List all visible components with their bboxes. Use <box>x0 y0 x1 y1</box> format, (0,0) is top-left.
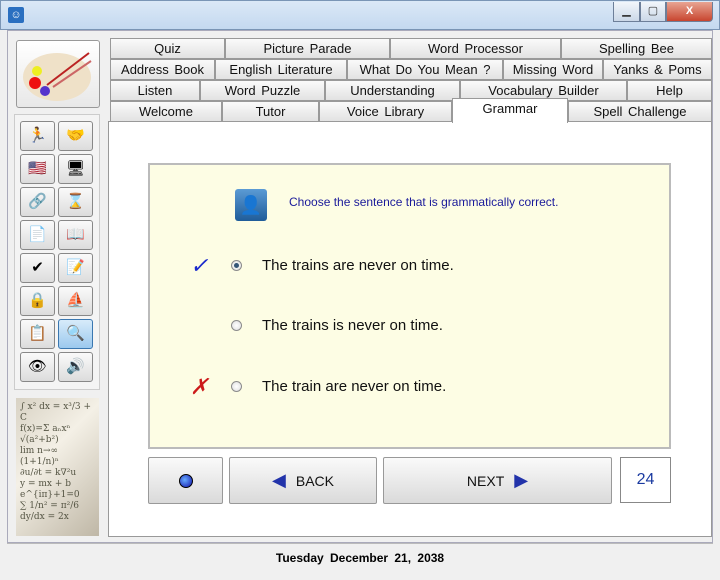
walker-button[interactable]: 🏃 <box>20 121 55 151</box>
walker-icon: 🏃 <box>28 127 47 144</box>
hands-icon: 🤝 <box>66 127 85 144</box>
tab-spell-challenge[interactable]: Spell Challenge <box>568 101 712 122</box>
notepad-button[interactable]: 📋 <box>20 319 55 349</box>
hourglass-icon: ⌛ <box>66 193 85 210</box>
tab-missing-word[interactable]: Missing Word <box>503 59 603 80</box>
monitor-icon: 🖥 <box>65 160 86 177</box>
book-icon: 📖 <box>66 226 85 243</box>
search-document-button[interactable]: 🔍 <box>58 319 93 349</box>
status-date: Tuesday December 21, 2038 <box>275 551 445 565</box>
document-mail-icon: 📄 <box>28 226 47 243</box>
title-bar: ☺ ▁ ▢ X <box>0 0 720 30</box>
tab-word-processor[interactable]: Word Processor <box>390 38 561 59</box>
chain-document-button[interactable]: 🔗 <box>20 187 55 217</box>
book-button[interactable]: 📖 <box>58 220 93 250</box>
tab-quiz[interactable]: Quiz <box>110 38 225 59</box>
tab-english-literature[interactable]: English Literature <box>215 59 347 80</box>
tab-picture-parade[interactable]: Picture Parade <box>225 38 390 59</box>
hand-document-icon: 📝 <box>66 259 85 276</box>
palette-logo <box>16 40 100 108</box>
tab-address-book[interactable]: Address Book <box>110 59 215 80</box>
flags-button[interactable]: 🇺🇸 <box>20 154 55 184</box>
maximize-button[interactable]: ▢ <box>640 2 666 22</box>
chain-document-icon: 🔗 <box>28 193 47 210</box>
option-text[interactable]: The train are never on time. <box>262 378 446 395</box>
wrong-cross-icon: ✗ <box>190 374 209 399</box>
tool-icon-panel: 🏃 🤝 🇺🇸 🖥 🔗 ⌛ 📄 📖 ✔ 📝 🔒 ⛵ 📋 🔍 👁 🔊 <box>14 114 100 390</box>
speaker-icon: 🔊 <box>66 358 85 375</box>
monitor-button[interactable]: 🖥 <box>58 154 93 184</box>
option-text[interactable]: The trains is never on time. <box>262 317 443 334</box>
sailboat-icon: ⛵ <box>66 292 85 309</box>
sailboat-button[interactable]: ⛵ <box>58 286 93 316</box>
close-button[interactable]: X <box>666 2 713 22</box>
next-label: NEXT <box>466 472 505 489</box>
record-button[interactable] <box>148 457 223 504</box>
back-button[interactable]: ◀ BACK <box>229 457 377 504</box>
tab-help[interactable]: Help <box>627 80 712 101</box>
minimize-button[interactable]: ▁ <box>613 2 640 22</box>
palette-icon <box>23 52 92 101</box>
correct-check-icon: ✓ <box>190 253 209 278</box>
search-document-icon: 🔍 <box>66 325 85 342</box>
tab-what-do-you-mean[interactable]: What Do You Mean ? <box>347 59 503 80</box>
eye-button[interactable]: 👁 <box>20 352 55 382</box>
spellcheck-button[interactable]: ✔ <box>20 253 55 283</box>
tab-voice-library[interactable]: Voice Library <box>319 101 452 122</box>
tab-word-puzzle[interactable]: Word Puzzle <box>200 80 325 101</box>
notepad-icon: 📋 <box>28 325 47 342</box>
tab-understanding[interactable]: Understanding <box>325 80 460 101</box>
math-notes-photo: ∫ x² dx = x³/3 + Cf(x)=Σ aₙxⁿ √(a²+b²) lim… <box>16 398 99 536</box>
speaker-button[interactable]: 🔊 <box>58 352 93 382</box>
lock-button[interactable]: 🔒 <box>20 286 55 316</box>
question-prompt: Choose the sentence that is grammaticall… <box>289 195 559 209</box>
tab-listen[interactable]: Listen <box>110 80 200 101</box>
tab-welcome[interactable]: Welcome <box>110 101 222 122</box>
eye-icon: 👁 <box>27 358 48 375</box>
arrow-left-icon: ◀ <box>272 470 286 490</box>
hands-button[interactable]: 🤝 <box>58 121 93 151</box>
option-radio[interactable] <box>231 381 242 392</box>
hand-document-button[interactable]: 📝 <box>58 253 93 283</box>
back-label: BACK <box>295 472 334 489</box>
option-radio[interactable] <box>231 320 242 331</box>
next-button[interactable]: NEXT ▶ <box>383 457 612 504</box>
blue-dot-icon <box>178 473 193 488</box>
tab-grammar[interactable]: Grammar <box>452 98 568 123</box>
flags-icon: 🇺🇸 <box>28 160 47 177</box>
tab-spelling-bee[interactable]: Spelling Bee <box>561 38 712 59</box>
app-icon: ☺ <box>8 7 24 23</box>
spellcheck-icon: ✔ <box>31 259 44 276</box>
user-icon: 👤 <box>235 189 267 221</box>
arrow-right-icon: ▶ <box>514 470 529 490</box>
document-mail-button[interactable]: 📄 <box>20 220 55 250</box>
question-counter: 24 <box>620 457 671 503</box>
hourglass-button[interactable]: ⌛ <box>58 187 93 217</box>
option-radio[interactable] <box>231 260 242 271</box>
tab-tutor[interactable]: Tutor <box>222 101 319 122</box>
option-text[interactable]: The trains are never on time. <box>262 257 454 274</box>
status-bar: Tuesday December 21, 2038 <box>7 543 713 573</box>
tab-yanks-poms[interactable]: Yanks & Poms <box>603 59 712 80</box>
lock-icon: 🔒 <box>28 292 47 309</box>
